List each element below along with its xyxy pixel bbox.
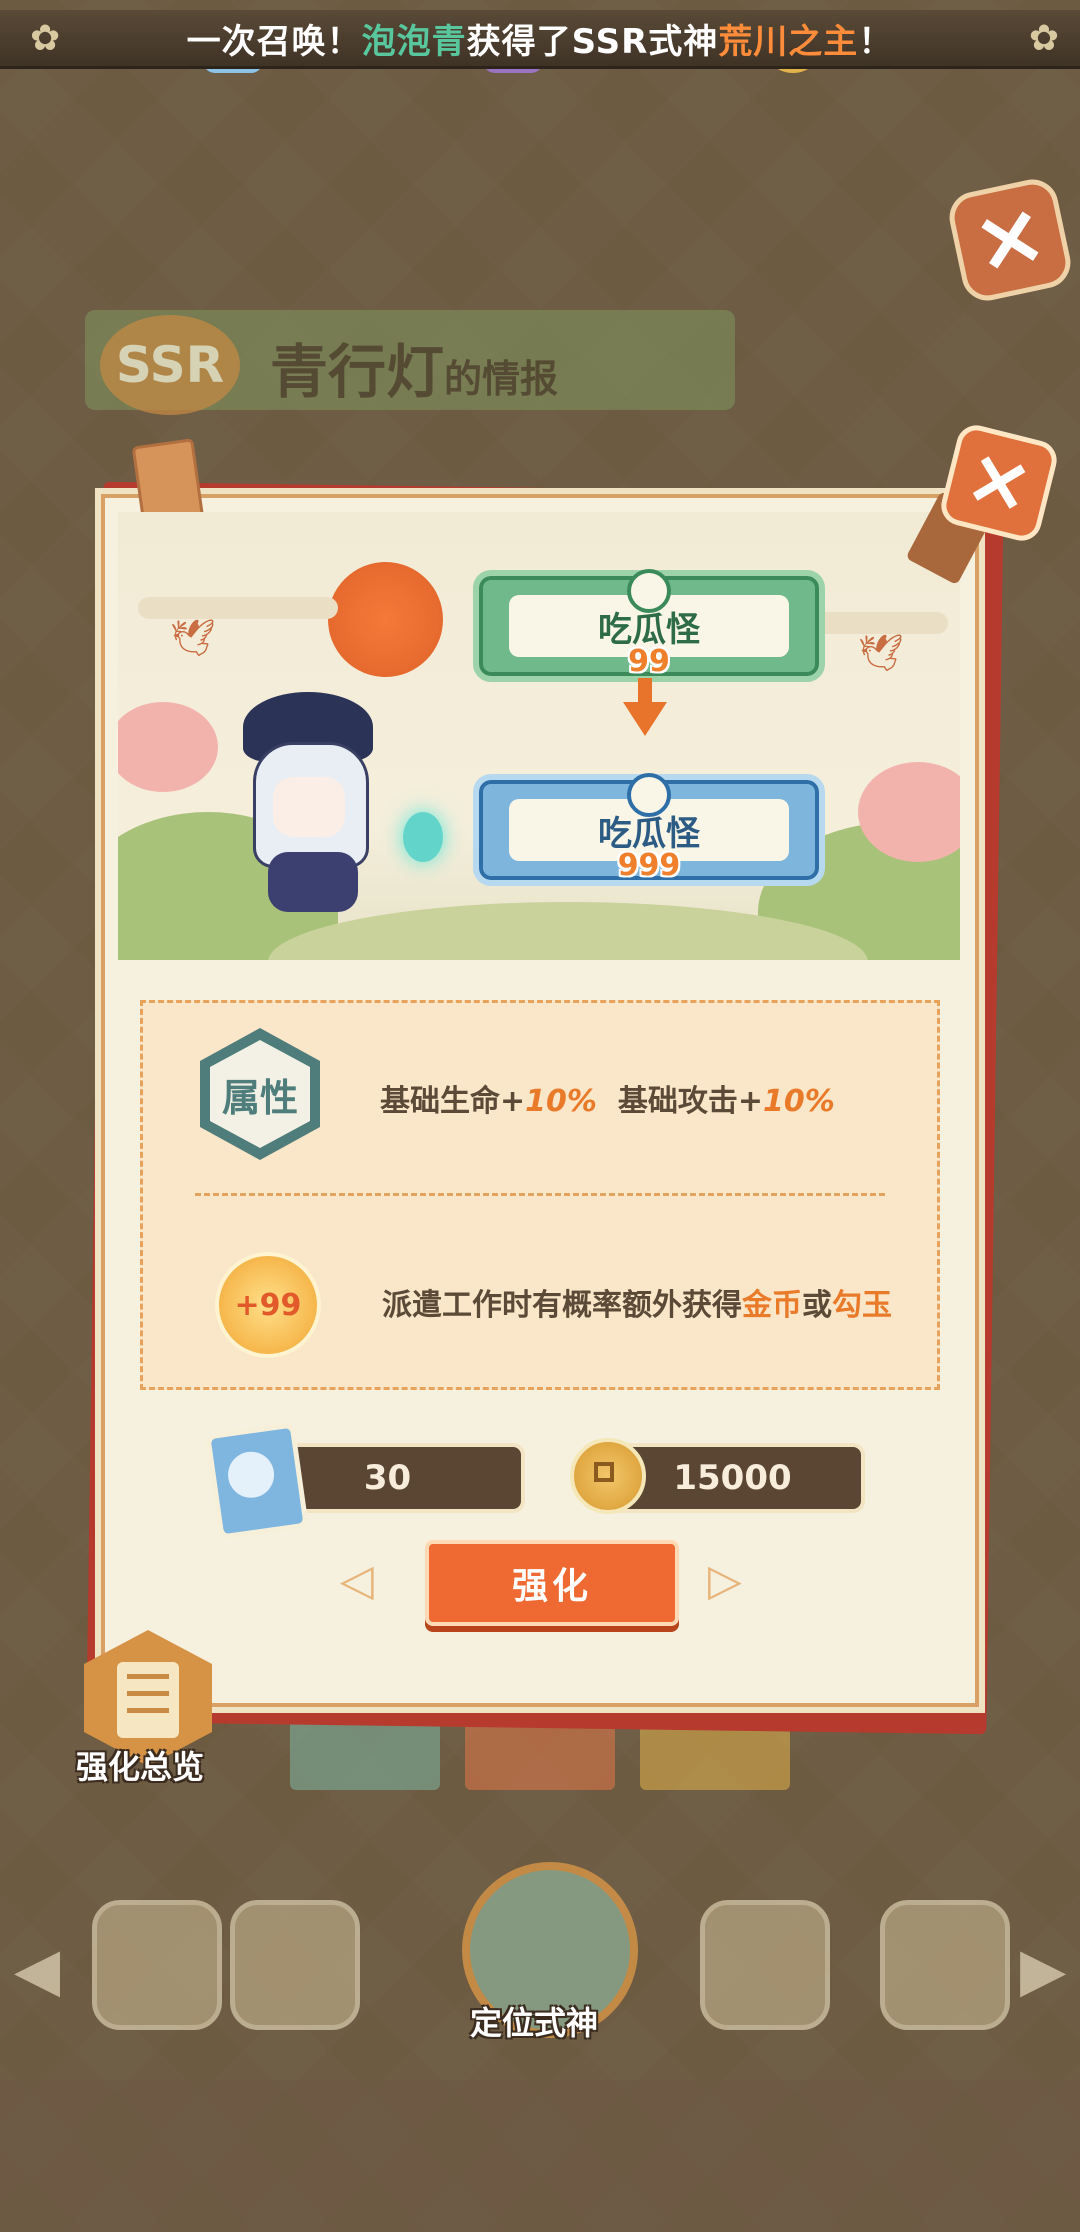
bottom-nav-bar	[0, 2080, 1080, 2232]
sun-decoration	[328, 562, 443, 677]
sakura-tree	[118, 702, 218, 792]
decoration-left: ◁	[340, 1555, 374, 1606]
bg-title-name: 青行灯	[270, 338, 445, 406]
cloud-decoration	[138, 597, 338, 619]
coin-icon	[570, 1438, 646, 1514]
bg-tab	[290, 1720, 440, 1790]
prev-arrow-icon: ◀	[14, 1935, 61, 2005]
decoration-right: ▷	[708, 1555, 742, 1606]
announcement-suffix: ！	[858, 21, 894, 62]
next-title-level: 999	[617, 848, 681, 883]
bird-icon: 🕊	[858, 633, 904, 674]
dashed-divider	[195, 1193, 885, 1196]
badge-emblem-icon	[627, 569, 671, 613]
dispatch-bonus-text: 派遣工作时有概率额外获得金币或勾玉	[382, 1288, 892, 1323]
announcement-player: 泡泡青	[361, 21, 467, 62]
next-arrow-icon: ▶	[1020, 1935, 1067, 2005]
bonus-coin-icon: +99	[215, 1252, 321, 1358]
lantern-icon	[403, 812, 443, 862]
shikigami-character	[213, 682, 393, 922]
atk-bonus-value: 10%	[762, 1084, 835, 1119]
bg-shikigami-avatar	[880, 1900, 1010, 2030]
badge-emblem-icon	[627, 773, 671, 817]
focus-shikigami-label: 定位式神	[470, 2004, 599, 2042]
bg-page-title: 青行灯的情报	[270, 325, 558, 409]
announcement-prefix: 一次召唤！	[186, 21, 362, 62]
hp-bonus-value: 10%	[525, 1084, 597, 1119]
announcement-marquee: ✿ 一次召唤！ 泡泡青 获得了SSR式神 荒川之主 ！ ✿	[0, 10, 1080, 69]
shikigami-shard-icon	[205, 1422, 309, 1540]
bg-shikigami-avatar	[700, 1900, 830, 2030]
ssr-badge: SSR	[100, 315, 240, 415]
bg-shikigami-avatar	[92, 1900, 222, 2030]
bg-close-icon: ×	[944, 174, 1076, 306]
bg-title-suffix: 的情报	[444, 357, 559, 401]
next-title-badge: 吃瓜怪 999	[473, 773, 825, 886]
upgrade-button[interactable]: 强化	[425, 1540, 679, 1626]
current-title-badge: 吃瓜怪 99	[473, 569, 825, 682]
attribute-effect-text: 基础生命+10% 基础攻击+10%	[380, 1084, 835, 1119]
announcement-shikigami: 荒川之主	[718, 21, 859, 62]
bg-shikigami-avatar	[230, 1900, 360, 2030]
flower-icon: ✿	[30, 18, 62, 59]
current-title-level: 99	[628, 644, 670, 679]
arrow-down-icon	[623, 702, 667, 736]
bird-icon: 🕊	[170, 618, 216, 659]
upgrade-overview-label: 强化总览	[76, 1748, 205, 1786]
flower-icon: ✿	[1028, 18, 1060, 59]
document-icon	[117, 1662, 179, 1738]
bg-tab	[465, 1720, 615, 1790]
title-scene: 🕊 🕊 吃瓜怪 99 吃瓜怪 999	[118, 512, 960, 960]
announcement-middle: 获得了SSR式神	[466, 21, 719, 62]
